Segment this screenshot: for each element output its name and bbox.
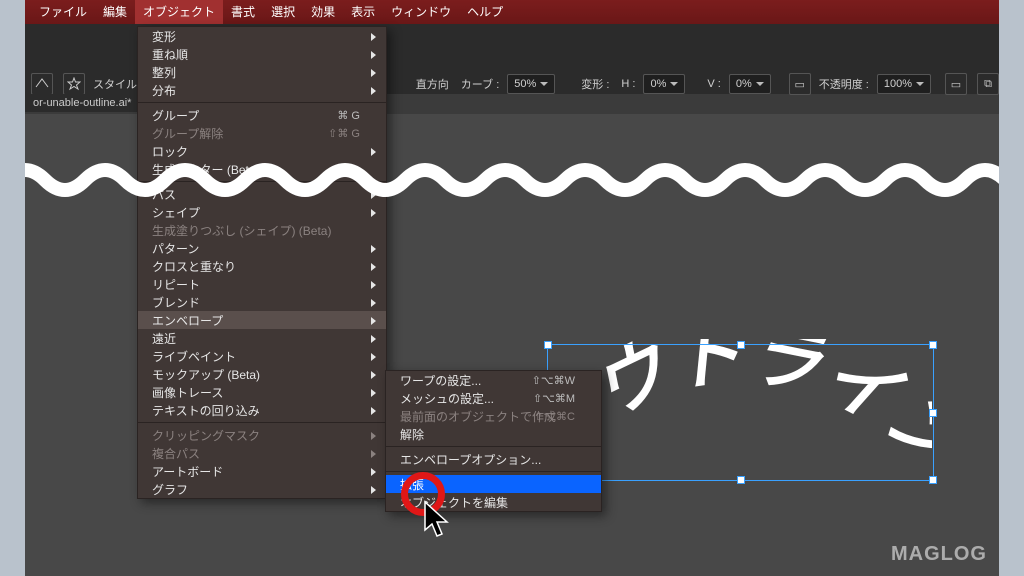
opt-opacity-field[interactable]: 100% — [877, 74, 931, 94]
menu-shortcut: ⇧⌘ G — [328, 127, 360, 140]
opt-opacity-label: 不透明度 : — [815, 76, 873, 92]
menu-item[interactable]: アートボード — [138, 462, 386, 480]
menu-item: 生成塗りつぶし (シェイプ) (Beta) — [138, 221, 386, 239]
menu-item-label: リピート — [152, 276, 200, 293]
menu-separator — [138, 422, 386, 423]
opt-extra1-icon[interactable]: ▭ — [945, 73, 967, 95]
menu-item-label: クロスと重なり — [152, 258, 236, 275]
menu-item[interactable]: グラフ — [138, 480, 386, 498]
menu-item-label: メッシュの設定... — [400, 390, 494, 407]
menu-help[interactable]: ヘルプ — [459, 0, 511, 24]
menu-item-label: ワープの設定... — [400, 372, 481, 389]
menu-item[interactable]: エンベロープオプション... — [386, 450, 601, 468]
menu-separator — [138, 102, 386, 103]
opt-h-label: H : — [617, 78, 639, 90]
menu-item[interactable]: ブレンド — [138, 293, 386, 311]
menu-item[interactable]: シェイプ — [138, 203, 386, 221]
menu-item[interactable]: 整列 — [138, 63, 386, 81]
opt-direction-label: 直方向 — [412, 76, 453, 92]
opt-v-label: V : — [703, 78, 724, 90]
document-tab[interactable]: or-unable-outline.ai* — [25, 94, 139, 112]
menu-item[interactable]: 画像トレース — [138, 383, 386, 401]
selection-bbox[interactable] — [547, 344, 934, 481]
menu-item-label: モックアップ (Beta) — [152, 366, 260, 383]
opt-extra2-icon[interactable]: ⧉ — [977, 73, 999, 95]
menu-item-label: 遠近 — [152, 330, 176, 347]
menu-item[interactable]: パターン — [138, 239, 386, 257]
menu-object[interactable]: オブジェクト — [135, 0, 223, 24]
menu-item[interactable]: 重ね順 — [138, 45, 386, 63]
menu-item-label: グラフ — [152, 481, 188, 498]
menu-item-label: 分布 — [152, 82, 176, 99]
menu-effect[interactable]: 効果 — [303, 0, 343, 24]
menu-type[interactable]: 書式 — [223, 0, 263, 24]
menu-edit[interactable]: 編集 — [95, 0, 135, 24]
menu-item-label: ロック — [152, 143, 188, 160]
opt-h-field[interactable]: 0% — [643, 74, 685, 94]
menu-separator — [386, 446, 601, 447]
object-dropdown: 変形重ね順整列分布グループ⌘ Gグループ解除⇧⌘ Gロック生成ベクター (Bet… — [137, 26, 387, 499]
cursor-icon — [423, 500, 453, 540]
menu-item[interactable]: テキストの回り込み — [138, 401, 386, 419]
menu-item[interactable]: ワープの設定... ⇧⌥⌘W — [386, 371, 601, 389]
menu-item-label: 重ね順 — [152, 46, 188, 63]
menu-item-label: アートボード — [152, 463, 223, 480]
opt-style-label: スタイル — [89, 76, 141, 92]
menu-item[interactable]: 解除 — [386, 425, 601, 443]
menu-item-label: エンベロープ — [152, 312, 223, 329]
menu-item[interactable]: 分布 — [138, 81, 386, 99]
menu-shortcut: ⇧⌥⌘M — [533, 392, 575, 405]
menu-item-label: ブレンド — [152, 294, 200, 311]
watermark: MAGLOG — [891, 543, 987, 566]
menu-item-label: パターン — [152, 240, 199, 257]
menu-item-label: 複合パス — [152, 445, 200, 462]
opt-curve-label: カーブ : — [457, 76, 503, 92]
menu-item-label: テキストの回り込み — [152, 402, 260, 419]
opt-align-icon[interactable]: ▭ — [789, 73, 811, 95]
menubar: ファイル 編集 オブジェクト 書式 選択 効果 表示 ウィンドウ ヘルプ — [25, 0, 999, 25]
menu-item[interactable]: ロック — [138, 142, 386, 160]
menu-item[interactable]: エンベロープ — [138, 311, 386, 329]
menu-item-label: 変形 — [152, 28, 176, 45]
menu-item: クリッピングマスク — [138, 426, 386, 444]
menu-item-label: ライブペイント — [152, 348, 236, 365]
menu-item[interactable]: グループ ⌘ G — [138, 106, 386, 124]
menu-item[interactable]: モックアップ (Beta) — [138, 365, 386, 383]
opt-deform-label: 変形 : — [577, 76, 613, 92]
menu-item-label: エンベロープオプション... — [400, 451, 541, 468]
menu-item[interactable]: 変形 — [138, 27, 386, 45]
warp-type-icon[interactable] — [31, 73, 53, 95]
menu-view[interactable]: 表示 — [343, 0, 383, 24]
menu-item[interactable]: 遠近 — [138, 329, 386, 347]
menu-item[interactable]: ライブペイント — [138, 347, 386, 365]
menu-window[interactable]: ウィンドウ — [383, 0, 459, 24]
opt-v-field[interactable]: 0% — [729, 74, 771, 94]
menu-item[interactable]: クロスと重なり — [138, 257, 386, 275]
menu-item[interactable]: リピート — [138, 275, 386, 293]
menu-item: 複合パス — [138, 444, 386, 462]
menu-item: グループ解除 ⇧⌘ G — [138, 124, 386, 142]
menu-item[interactable]: メッシュの設定... ⇧⌥⌘M — [386, 389, 601, 407]
menu-item-label: 解除 — [400, 426, 424, 443]
wave-decoration — [25, 160, 999, 200]
menu-item-label: グループ — [152, 107, 199, 124]
menu-shortcut: ⇧⌥⌘W — [532, 374, 575, 387]
menu-item-label: 最前面のオブジェクトで作成 — [400, 408, 556, 425]
menu-item-label: グループ解除 — [152, 125, 223, 142]
menu-select[interactable]: 選択 — [263, 0, 303, 24]
menu-item-label: 生成塗りつぶし (シェイプ) (Beta) — [152, 222, 331, 239]
warp-star-icon[interactable] — [63, 73, 85, 95]
menu-item-label: 整列 — [152, 64, 176, 81]
menu-file[interactable]: ファイル — [31, 0, 95, 24]
opt-curve-field[interactable]: 50% — [507, 74, 555, 94]
menu-shortcut: ⇧⌥⌘C — [534, 410, 575, 423]
menu-shortcut: ⌘ G — [337, 109, 360, 122]
menu-item-label: シェイプ — [152, 204, 200, 221]
menu-item: 最前面のオブジェクトで作成⇧⌥⌘C — [386, 407, 601, 425]
menu-item-label: クリッピングマスク — [152, 427, 260, 444]
menu-item-label: 画像トレース — [152, 384, 223, 401]
